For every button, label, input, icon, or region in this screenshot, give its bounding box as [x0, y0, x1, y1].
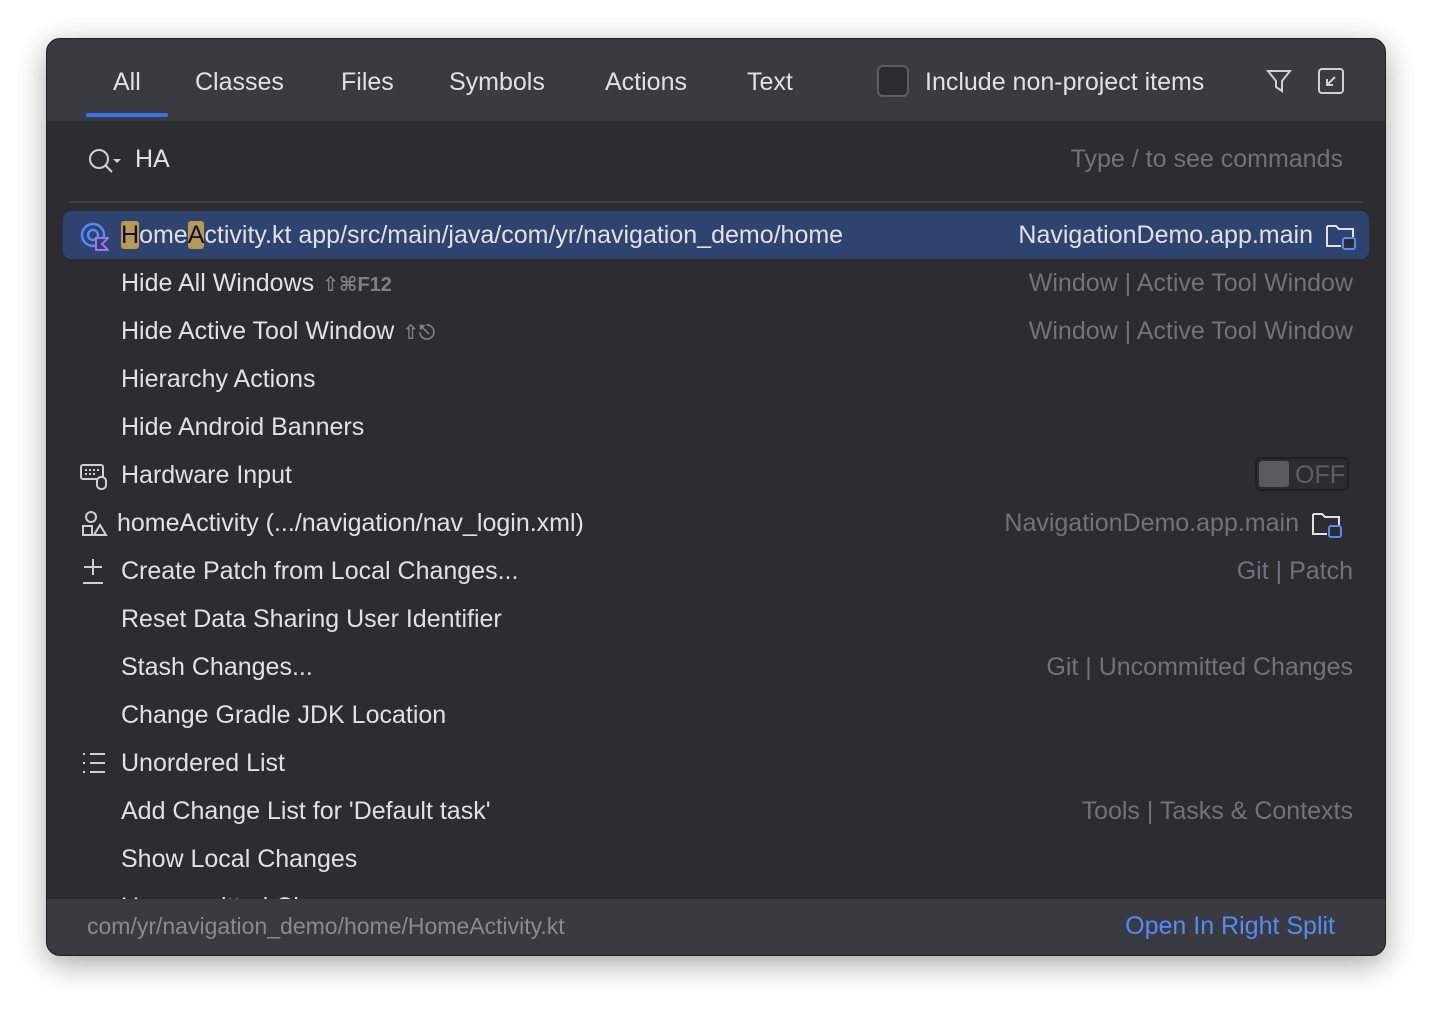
include-non-project-label: Include non-project items	[925, 68, 1205, 96]
collapse-window-icon[interactable]	[1317, 67, 1345, 95]
label-text: Hide Active Tool Window	[121, 317, 395, 345]
item-location: Git | Patch	[1236, 557, 1353, 585]
label-part: ctivity.kt app/src/main/java/com/yr/navi…	[204, 221, 844, 249]
label-text: Hide All Windows	[121, 269, 315, 297]
toggle-knob	[1259, 461, 1289, 487]
item-label: Hardware Input	[121, 461, 292, 489]
tab-files[interactable]: Files	[341, 39, 394, 121]
item-label: Hide Active Tool Window ⇧⎋	[121, 317, 435, 346]
tab-all[interactable]: All	[86, 39, 168, 121]
kotlin-activity-icon	[80, 222, 109, 251]
shapes-icon	[82, 511, 108, 536]
toggle-state: OFF	[1295, 461, 1345, 489]
file-path: com/yr/navigation_demo/home/HomeActivity…	[87, 913, 565, 939]
footer: com/yr/navigation_demo/home/HomeActivity…	[47, 899, 1385, 955]
item-location: Window | Active Tool Window	[1028, 317, 1353, 345]
list-item[interactable]: Unordered List	[63, 739, 1369, 787]
include-non-project-checkbox[interactable]	[877, 65, 909, 97]
item-label: Hide All Windows ⇧⌘F12	[121, 269, 392, 298]
results-list: HomeActivity.kt app/src/main/java/com/yr…	[47, 209, 1385, 901]
item-label: Show Local Changes	[121, 845, 358, 873]
list-item[interactable]: Stash Changes... Git | Uncommitted Chang…	[63, 643, 1369, 691]
tab-classes[interactable]: Classes	[195, 39, 284, 121]
search-icon	[89, 149, 121, 173]
header: All Classes Files Symbols Actions Text I…	[47, 39, 1385, 121]
list-item[interactable]: Hierarchy Actions	[63, 355, 1369, 403]
item-label: Create Patch from Local Changes...	[121, 557, 519, 585]
search-bar[interactable]: HA Type / to see commands	[47, 121, 1385, 203]
shortcut: ⇧⎋	[402, 322, 435, 344]
search-input[interactable]: HA	[135, 145, 170, 174]
item-location: NavigationDemo.app.main	[1004, 509, 1299, 537]
item-label: Unordered List	[121, 749, 285, 777]
item-label: Hierarchy Actions	[121, 365, 316, 393]
module-folder-icon	[1326, 225, 1356, 250]
plus-minus-icon	[83, 559, 103, 584]
hardware-input-toggle[interactable]: OFF	[1255, 457, 1349, 491]
list-item[interactable]: Show Local Changes	[63, 835, 1369, 883]
list-item[interactable]: Add Change List for 'Default task' Tools…	[63, 787, 1369, 835]
list-item[interactable]: Change Gradle JDK Location	[63, 691, 1369, 739]
item-location: Window | Active Tool Window	[1028, 269, 1353, 297]
item-label: HomeActivity.kt app/src/main/java/com/yr…	[121, 221, 843, 250]
tab-symbols[interactable]: Symbols	[449, 39, 545, 121]
item-location: Git | Uncommitted Changes	[1046, 653, 1353, 681]
filter-icon[interactable]	[1265, 67, 1293, 95]
tab-actions[interactable]: Actions	[605, 39, 687, 121]
list-item[interactable]: Reset Data Sharing User Identifier	[63, 595, 1369, 643]
item-location: NavigationDemo.app.main	[1018, 221, 1313, 249]
item-label: Add Change List for 'Default task'	[121, 797, 491, 825]
item-label: Stash Changes...	[121, 653, 313, 681]
tab-text[interactable]: Text	[747, 39, 793, 121]
list-item[interactable]: HomeActivity.kt app/src/main/java/com/yr…	[63, 211, 1369, 259]
item-label: homeActivity (.../navigation/nav_login.x…	[117, 509, 584, 537]
match-highlight: A	[187, 221, 205, 249]
keyboard-mouse-icon	[80, 464, 107, 490]
search-hint: Type / to see commands	[1070, 145, 1343, 173]
item-label: Change Gradle JDK Location	[121, 701, 447, 729]
list-item[interactable]: Hardware Input OFF	[63, 451, 1369, 499]
list-item[interactable]: Hide Android Banners	[63, 403, 1369, 451]
list-item[interactable]: Hide All Windows ⇧⌘F12 Window | Active To…	[63, 259, 1369, 307]
list-item[interactable]: homeActivity (.../navigation/nav_login.x…	[63, 499, 1369, 547]
item-label: Reset Data Sharing User Identifier	[121, 605, 502, 633]
module-folder-icon	[1312, 513, 1342, 538]
item-location: Tools | Tasks & Contexts	[1081, 797, 1353, 825]
shortcut: ⇧⌘F12	[322, 274, 392, 296]
list-item[interactable]: Hide Active Tool Window ⇧⎋ Window | Activ…	[63, 307, 1369, 355]
match-highlight: H	[121, 221, 140, 249]
list-icon	[83, 753, 105, 773]
label-part: ome	[139, 221, 188, 249]
item-label: Hide Android Banners	[121, 413, 365, 441]
search-everywhere-popup: All Classes Files Symbols Actions Text I…	[46, 38, 1386, 956]
divider	[69, 201, 1363, 203]
list-item[interactable]: Create Patch from Local Changes... Git |…	[63, 547, 1369, 595]
open-in-right-split-link[interactable]: Open In Right Split	[1125, 912, 1335, 941]
